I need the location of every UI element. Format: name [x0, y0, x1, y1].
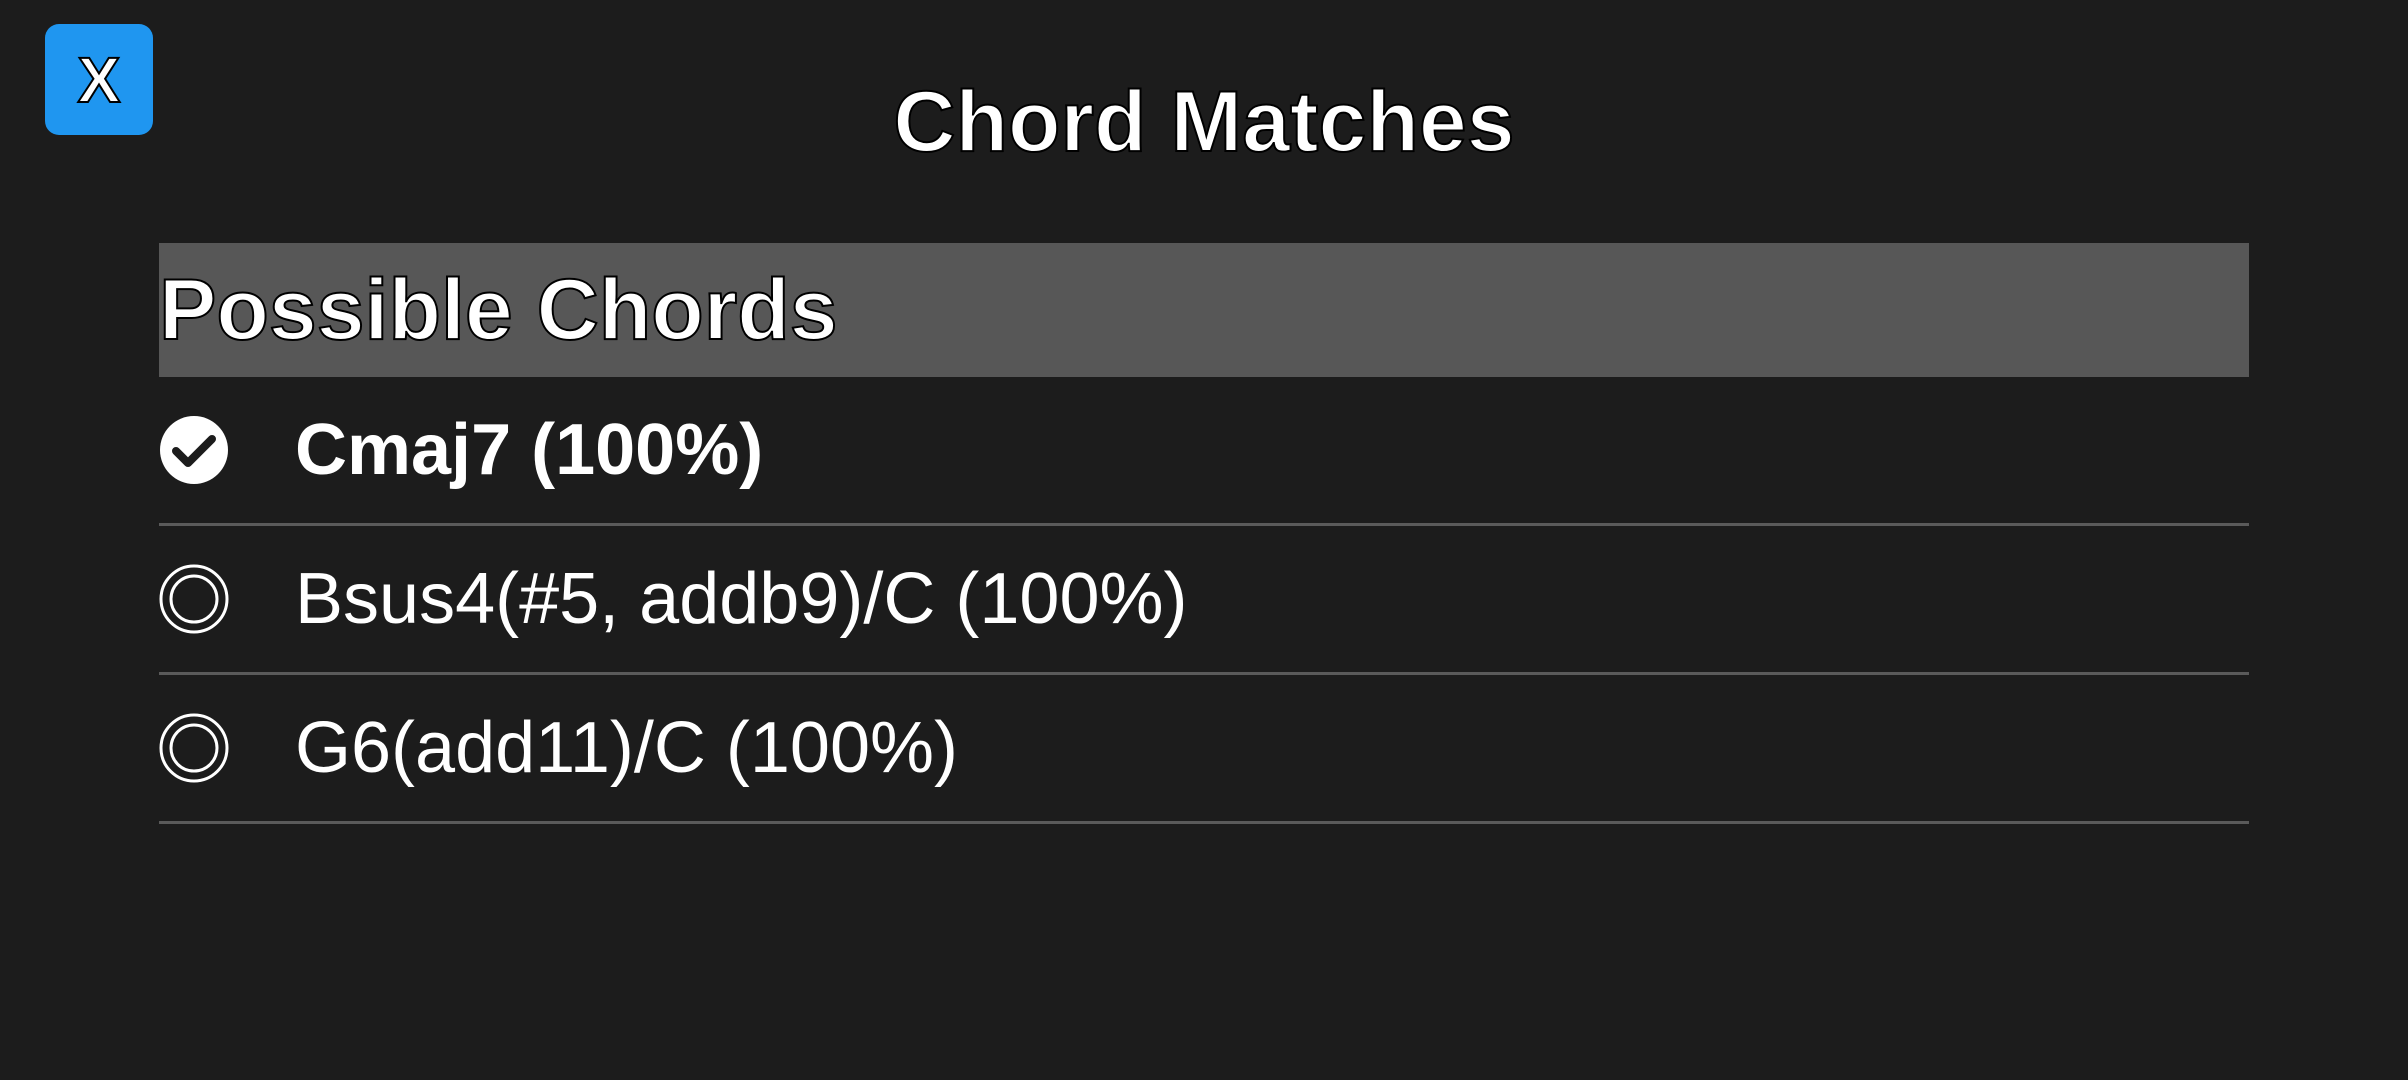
chord-option-label: Bsus4(#5, addb9)/C (100%) [295, 559, 1188, 639]
chord-matches-dialog: X Chord Matches Possible Chords Cmaj7 (1… [0, 0, 2408, 1080]
radio-unchecked-icon[interactable] [159, 564, 229, 634]
list-header: Possible Chords [158, 243, 2249, 377]
chord-option-bsus4[interactable]: Bsus4(#5, addb9)/C (100%) [159, 526, 2249, 675]
check-circle-icon[interactable] [159, 415, 229, 485]
chord-option-g6[interactable]: G6(add11)/C (100%) [159, 675, 2249, 824]
chord-option-cmaj7[interactable]: Cmaj7 (100%) [159, 377, 2249, 526]
dialog-title: Chord Matches [892, 73, 1515, 171]
list-header-label: Possible Chords [158, 262, 839, 358]
chord-list: Possible Chords Cmaj7 (100%) Bsus4(#5, a… [158, 243, 2249, 824]
radio-unchecked-icon[interactable] [159, 713, 229, 783]
chord-option-label: Cmaj7 (100%) [295, 410, 764, 490]
chord-option-label: G6(add11)/C (100%) [295, 708, 958, 788]
